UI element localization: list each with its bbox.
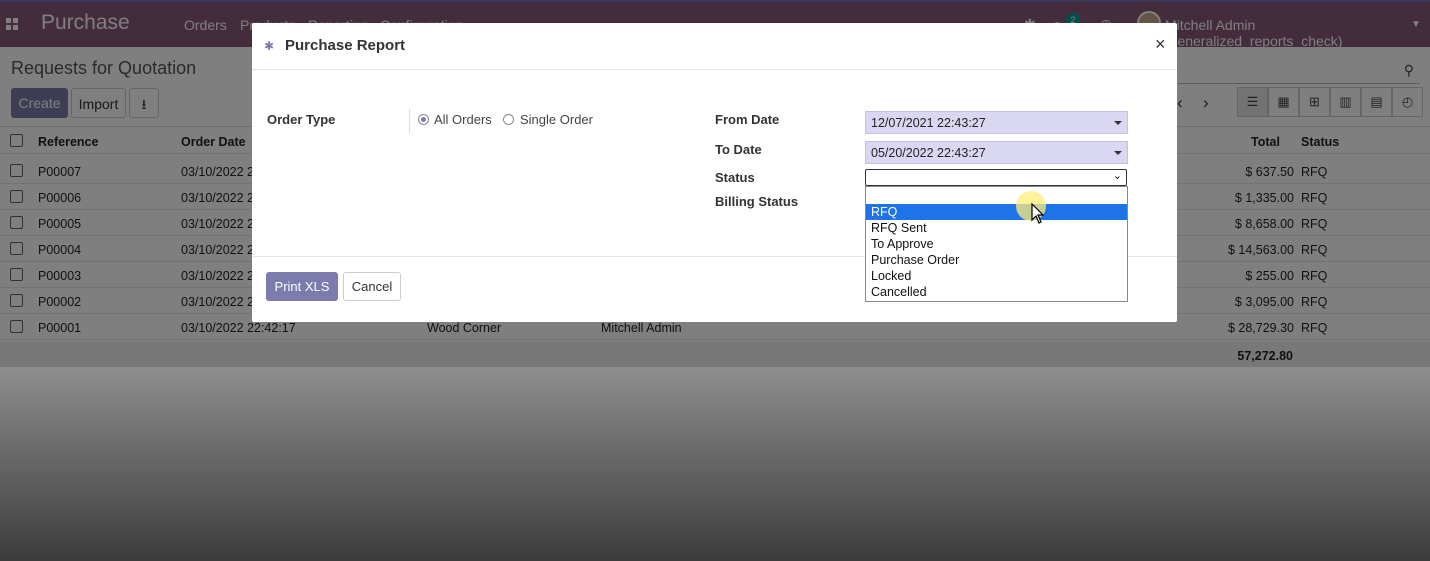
dialog-title: Purchase Report (285, 37, 406, 54)
to-date-field[interactable]: 05/20/2022 22:43:27 (865, 141, 1128, 164)
status-option-cancelled[interactable]: Cancelled (866, 284, 1127, 300)
close-icon[interactable]: × (1155, 34, 1166, 55)
status-option-empty[interactable] (866, 188, 1127, 204)
dialog-header: ✱ Purchase Report × (252, 23, 1177, 70)
cancel-button[interactable]: Cancel (343, 272, 401, 301)
status-label: Status (715, 170, 755, 185)
status-option-rfq-sent[interactable]: RFQ Sent (866, 220, 1127, 236)
radio-single-order[interactable] (503, 114, 514, 125)
order-type-label: Order Type (267, 112, 336, 127)
print-xls-button[interactable]: Print XLS (266, 272, 338, 301)
bug-icon: ✱ (264, 39, 275, 53)
status-select[interactable]: ⌄ (865, 169, 1127, 186)
to-date-label: To Date (715, 142, 762, 157)
backdrop-fade (0, 367, 1430, 561)
status-option-rfq[interactable]: RFQ (866, 204, 1127, 220)
status-option-purchase-order[interactable]: Purchase Order (866, 252, 1127, 268)
radio-single-order-label[interactable]: Single Order (520, 112, 593, 127)
status-option-to-approve[interactable]: To Approve (866, 236, 1127, 252)
billing-status-label: Billing Status (715, 194, 799, 209)
caret-down-icon (1114, 121, 1122, 125)
from-date-value: 12/07/2021 22:43:27 (871, 116, 986, 130)
mouse-pointer-icon (1031, 203, 1045, 224)
from-date-label: From Date (715, 112, 780, 127)
to-date-value: 05/20/2022 22:43:27 (871, 146, 986, 160)
radio-all-orders[interactable] (418, 114, 429, 125)
radio-all-orders-label[interactable]: All Orders (434, 112, 492, 127)
status-dropdown-list: RFQ RFQ Sent To Approve Purchase Order L… (865, 186, 1128, 302)
from-date-field[interactable]: 12/07/2021 22:43:27 (865, 111, 1128, 134)
chevron-down-icon: ⌄ (1112, 170, 1122, 182)
caret-down-icon (1114, 151, 1122, 155)
divider (409, 109, 410, 133)
status-option-locked[interactable]: Locked (866, 268, 1127, 284)
